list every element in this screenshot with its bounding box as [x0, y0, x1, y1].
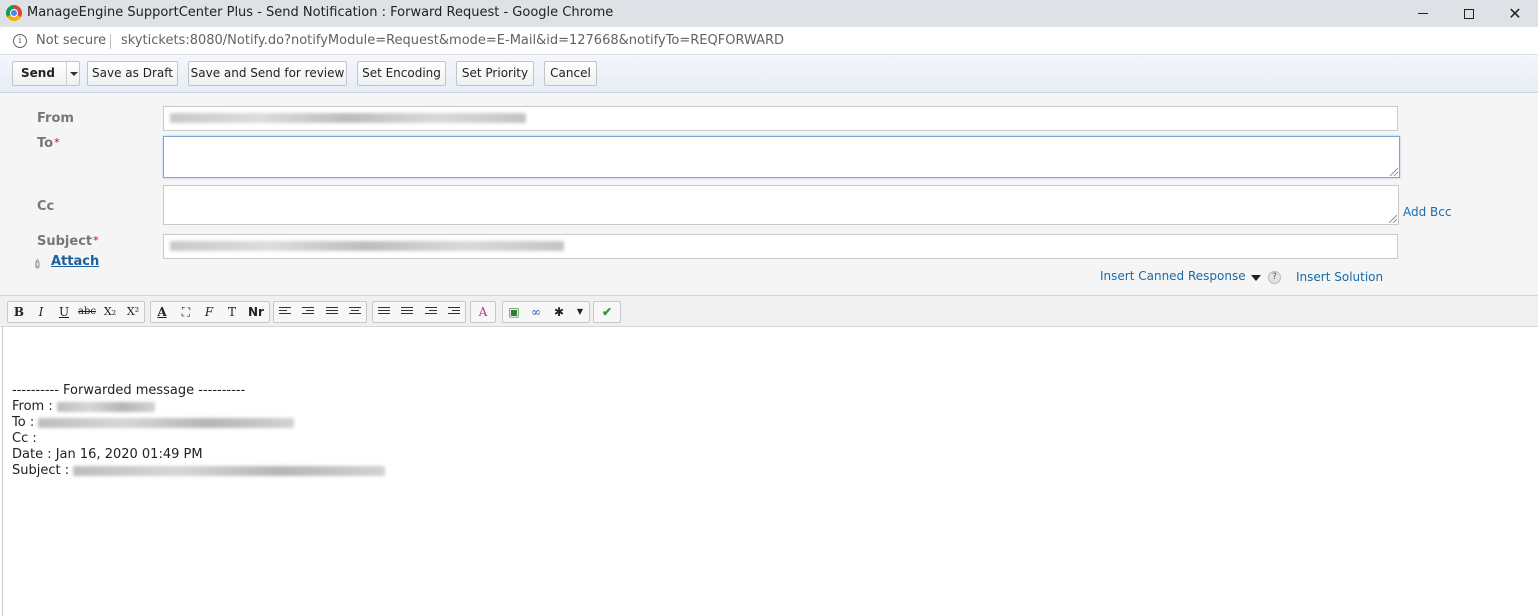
clear-format-icon[interactable]: T: [221, 302, 243, 322]
send-label: Send: [21, 66, 55, 80]
fwd-from-label: From :: [12, 399, 53, 414]
to-label-text: To: [37, 136, 54, 151]
maximize-button[interactable]: [1446, 0, 1492, 27]
align-left-icon[interactable]: [274, 302, 296, 322]
subject-label: Subject*: [37, 234, 99, 249]
editor-toolbar: B I U abc X₂ X² A ⛶ F T Nr A ▣ ∞ ✱ ▼ ✔: [0, 295, 1538, 327]
cc-field[interactable]: [163, 185, 1399, 225]
fwd-to-label: To :: [12, 415, 35, 430]
underline-button[interactable]: U: [53, 302, 75, 322]
fwd-subject-redacted: [73, 465, 386, 476]
outdent-icon[interactable]: [420, 302, 442, 322]
font-family-icon[interactable]: F: [198, 302, 220, 322]
text-style-group: B I U abc X₂ X²: [7, 301, 145, 323]
spellcheck-icon[interactable]: ✔: [596, 302, 618, 322]
window-title: ManageEngine SupportCenter Plus - Send N…: [27, 5, 614, 20]
send-dropdown-icon[interactable]: [66, 62, 80, 85]
fwd-to-redacted: [38, 417, 295, 428]
maximize-icon: [1464, 8, 1474, 19]
bold-button[interactable]: B: [8, 302, 30, 322]
more-dropdown-icon[interactable]: ▼: [569, 302, 591, 322]
fwd-subject-line: Subject :: [12, 463, 386, 478]
insert-image-icon[interactable]: ▣: [503, 302, 525, 322]
insert-group: ▣ ∞ ✱ ▼: [502, 301, 590, 323]
cancel-button[interactable]: Cancel: [544, 61, 597, 86]
font-color-button[interactable]: A: [151, 302, 173, 322]
italic-button[interactable]: I: [30, 302, 52, 322]
insert-solution-link[interactable]: Insert Solution: [1296, 270, 1383, 284]
email-header-form: From To* Cc Add Bcc Subject* ✐ Attach In…: [0, 93, 1538, 295]
save-draft-button[interactable]: Save as Draft: [87, 61, 178, 86]
subject-value-redacted: [170, 241, 564, 251]
message-editor[interactable]: ---------- Forwarded message ---------- …: [2, 327, 1538, 616]
minimize-icon: [1418, 13, 1428, 14]
fwd-cc-line: Cc :: [12, 431, 37, 446]
required-mark: *: [54, 136, 60, 149]
subject-label-text: Subject: [37, 234, 93, 249]
cc-label: Cc: [37, 199, 55, 214]
superscript-button[interactable]: X²: [122, 302, 144, 322]
insert-link-icon[interactable]: ∞: [525, 302, 547, 322]
save-send-review-button[interactable]: Save and Send for review: [188, 61, 347, 86]
font-group: A ⛶ F T Nr: [150, 301, 270, 323]
resize-grip-icon[interactable]: [1390, 168, 1398, 176]
fwd-to-line: To :: [12, 415, 295, 430]
browser-title-bar: ManageEngine SupportCenter Plus - Send N…: [0, 0, 1538, 27]
chrome-logo-icon: [6, 5, 22, 21]
strikethrough-button[interactable]: abc: [76, 302, 98, 322]
url-text[interactable]: skytickets:8080/Notify.do?notifyModule=R…: [121, 33, 784, 48]
required-mark: *: [93, 234, 99, 247]
address-bar[interactable]: i Not secure skytickets:8080/Notify.do?n…: [0, 27, 1538, 55]
numbered-list-icon[interactable]: [396, 302, 418, 322]
security-status[interactable]: Not secure: [36, 33, 106, 48]
close-icon: ✕: [1508, 4, 1522, 23]
from-field[interactable]: [163, 106, 1398, 131]
alignment-group: [273, 301, 367, 323]
minimize-button[interactable]: [1400, 0, 1446, 27]
align-justify-icon[interactable]: [321, 302, 343, 322]
send-button[interactable]: Send: [12, 61, 80, 86]
resize-grip-icon[interactable]: [1389, 215, 1397, 223]
to-label: To*: [37, 136, 60, 151]
align-center-icon[interactable]: [344, 302, 366, 322]
insert-canned-response-link[interactable]: Insert Canned Response: [1100, 269, 1246, 283]
fwd-date-line: Date : Jan 16, 2020 01:49 PM: [12, 447, 203, 462]
from-value-redacted: [170, 113, 526, 123]
paperclip-icon[interactable]: ✐: [30, 255, 47, 273]
align-right-icon[interactable]: [297, 302, 319, 322]
canned-dropdown-icon[interactable]: [1251, 275, 1261, 281]
fwd-subject-label: Subject :: [12, 463, 70, 478]
font-size-button[interactable]: Nr: [245, 302, 267, 322]
indent-icon[interactable]: [443, 302, 465, 322]
forwarded-header: ---------- Forwarded message ----------: [12, 383, 246, 398]
attach-link[interactable]: Attach: [51, 254, 99, 269]
spellcheck-group: ✔: [593, 301, 621, 323]
from-label: From: [37, 111, 74, 126]
add-bcc-link[interactable]: Add Bcc: [1403, 205, 1451, 219]
fwd-from-line: From :: [12, 399, 155, 414]
subject-field[interactable]: [163, 234, 1398, 259]
help-icon[interactable]: ?: [1268, 271, 1281, 284]
address-separator: [110, 34, 111, 49]
list-group: [372, 301, 466, 323]
notification-toolbar: Send Save as Draft Save and Send for rev…: [0, 55, 1538, 93]
set-priority-button[interactable]: Set Priority: [456, 61, 534, 86]
highlight-color-icon[interactable]: ⛶: [175, 302, 197, 322]
subscript-button[interactable]: X₂: [99, 302, 121, 322]
fwd-from-redacted: [56, 401, 155, 412]
remove-format-icon[interactable]: A: [472, 302, 494, 322]
format-painter-group: A: [470, 301, 496, 323]
to-field[interactable]: [163, 136, 1400, 178]
info-icon[interactable]: i: [13, 34, 27, 48]
set-encoding-button[interactable]: Set Encoding: [357, 61, 446, 86]
bullet-list-icon[interactable]: [373, 302, 395, 322]
insert-special-icon[interactable]: ✱: [548, 302, 570, 322]
close-button[interactable]: ✕: [1492, 0, 1538, 27]
